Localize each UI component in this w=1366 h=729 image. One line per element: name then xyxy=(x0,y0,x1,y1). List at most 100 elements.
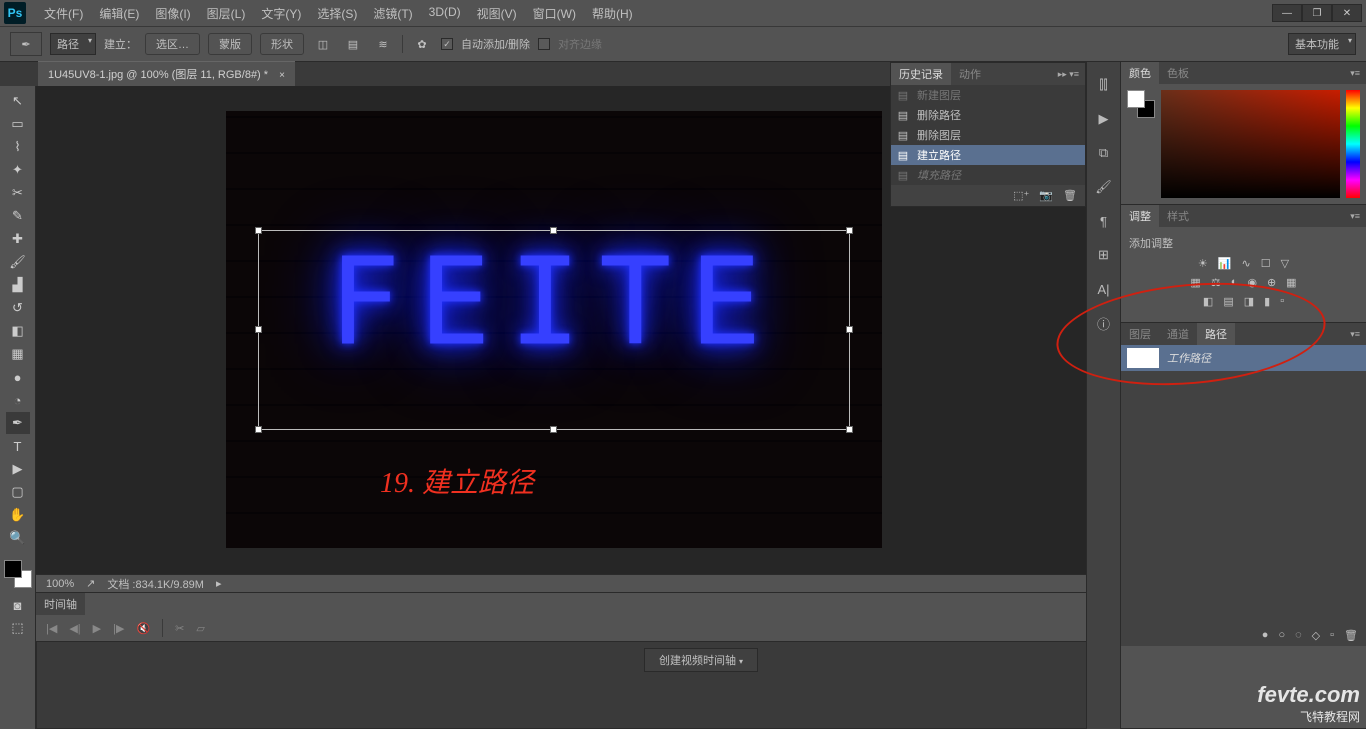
swatches-icon[interactable]: ⊞ xyxy=(1093,244,1115,266)
path-to-selection-icon[interactable]: ◌ xyxy=(1295,629,1302,642)
auto-add-checkbox[interactable]: ✓ xyxy=(441,38,453,50)
close-button[interactable]: ✕ xyxy=(1332,4,1362,22)
menu-select[interactable]: 选择(S) xyxy=(309,1,365,26)
history-item[interactable]: ▤填充路径 xyxy=(891,165,1085,185)
active-tool-preview[interactable]: ✒ xyxy=(10,32,42,56)
history-item-selected[interactable]: ▤建立路径 xyxy=(891,145,1085,165)
bw-icon[interactable]: ◐ xyxy=(1231,276,1238,289)
menu-type[interactable]: 文字(Y) xyxy=(253,1,309,26)
marquee-tool[interactable]: ▭ xyxy=(6,113,30,135)
history-brush-tool[interactable]: ↺ xyxy=(6,297,30,319)
handle-br[interactable] xyxy=(846,426,853,433)
transition-icon[interactable]: ▱ xyxy=(196,622,204,635)
hue-slider[interactable] xyxy=(1346,90,1360,198)
threshold-icon[interactable]: ◨ xyxy=(1244,295,1254,308)
lasso-tool[interactable]: ⌇ xyxy=(6,136,30,158)
healing-tool[interactable]: ✚ xyxy=(6,228,30,250)
new-path-icon[interactable]: ▫ xyxy=(1330,629,1334,642)
menu-image[interactable]: 图像(I) xyxy=(147,1,198,26)
menu-view[interactable]: 视图(V) xyxy=(469,1,525,26)
close-tab-icon[interactable]: × xyxy=(279,70,285,81)
mini-fg[interactable] xyxy=(1127,90,1145,108)
audio-icon[interactable]: 🔇 xyxy=(136,622,150,635)
actions-tab[interactable]: 动作 xyxy=(951,63,989,85)
history-tab[interactable]: 历史记录 xyxy=(891,63,951,85)
handle-tl[interactable] xyxy=(255,227,262,234)
menu-window[interactable]: 窗口(W) xyxy=(525,1,584,26)
dodge-tool[interactable]: ◔ xyxy=(6,389,30,411)
clone-source-icon[interactable]: ⧉ xyxy=(1093,142,1115,164)
prev-frame-icon[interactable]: ◀| xyxy=(69,622,80,635)
rectangle-tool[interactable]: ▢ xyxy=(6,481,30,503)
screenmode-toggle[interactable]: ⬚ xyxy=(6,617,30,639)
swatches-tab[interactable]: 色板 xyxy=(1159,62,1197,84)
brush-icon[interactable]: 🖌 xyxy=(1093,176,1115,198)
brush-presets-icon[interactable]: ⫿⫿ xyxy=(1093,74,1115,96)
crop-tool[interactable]: ✂ xyxy=(6,182,30,204)
panel-menu-icon[interactable]: ▾≡ xyxy=(1344,329,1366,340)
split-icon[interactable]: ✂ xyxy=(175,622,184,635)
play-icon[interactable]: ▶ xyxy=(1093,108,1115,130)
exposure-icon[interactable]: ☐ xyxy=(1261,257,1271,270)
zoom-tool[interactable]: 🔍 xyxy=(6,527,30,549)
channels-tab[interactable]: 通道 xyxy=(1159,323,1197,345)
trash-icon[interactable]: 🗑 xyxy=(1063,189,1077,202)
selective-icon[interactable]: ▫ xyxy=(1280,295,1284,308)
layers-tab[interactable]: 图层 xyxy=(1121,323,1159,345)
stroke-path-icon[interactable]: ○ xyxy=(1278,629,1285,642)
next-frame-icon[interactable]: |▶ xyxy=(113,622,124,635)
pen-tool[interactable]: ✒ xyxy=(6,412,30,434)
hue-icon[interactable]: ▦ xyxy=(1190,276,1200,289)
menu-help[interactable]: 帮助(H) xyxy=(584,1,641,26)
color-tab[interactable]: 颜色 xyxy=(1121,62,1159,84)
path-align-icon[interactable]: ▤ xyxy=(342,33,364,55)
balance-icon[interactable]: ⚖ xyxy=(1211,276,1221,289)
fill-path-icon[interactable]: ● xyxy=(1262,629,1269,642)
path-arrange-icon[interactable]: ≋ xyxy=(372,33,394,55)
zoom-level[interactable]: 100% xyxy=(46,578,74,590)
handle-r[interactable] xyxy=(846,326,853,333)
transform-bounding-box[interactable] xyxy=(258,230,850,430)
brush-tool[interactable]: 🖌 xyxy=(6,251,30,273)
lookup-icon[interactable]: ▦ xyxy=(1286,276,1296,289)
adjustments-tab[interactable]: 调整 xyxy=(1121,205,1159,227)
handle-l[interactable] xyxy=(255,326,262,333)
handle-tr[interactable] xyxy=(846,227,853,234)
invert-icon[interactable]: ◧ xyxy=(1203,295,1213,308)
panel-menu-icon[interactable]: ▾≡ xyxy=(1344,211,1366,222)
menu-filter[interactable]: 滤镜(T) xyxy=(365,1,420,26)
new-snapshot-icon[interactable]: ⬚⁺ xyxy=(1013,189,1029,202)
menu-edit[interactable]: 编辑(E) xyxy=(91,1,147,26)
selection-to-path-icon[interactable]: ◇ xyxy=(1312,629,1320,642)
menu-file[interactable]: 文件(F) xyxy=(36,1,91,26)
first-frame-icon[interactable]: |◀ xyxy=(46,622,57,635)
info-arrow[interactable]: ▸ xyxy=(216,577,222,590)
create-video-timeline-button[interactable]: 创建视频时间轴 ▾ xyxy=(644,648,758,672)
document-tab[interactable]: 1U45UV8-1.jpg @ 100% (图层 11, RGB/8#) * × xyxy=(38,61,295,86)
styles-tab[interactable]: 样式 xyxy=(1159,205,1197,227)
blur-tool[interactable]: ● xyxy=(6,366,30,388)
brightness-icon[interactable]: ☀ xyxy=(1198,257,1208,270)
quick-select-tool[interactable]: ✦ xyxy=(6,159,30,181)
curves-icon[interactable]: ∿ xyxy=(1242,257,1251,270)
paths-list[interactable]: 工作路径 xyxy=(1121,345,1366,625)
pen-mode-select[interactable]: 路径 xyxy=(50,33,96,55)
vibrance-icon[interactable]: ▽ xyxy=(1281,257,1289,270)
handle-t[interactable] xyxy=(550,227,557,234)
history-collapse-icon[interactable]: ▸▸ ▾≡ xyxy=(1052,69,1085,80)
stamp-tool[interactable]: ▟ xyxy=(6,274,30,296)
make-mask-button[interactable]: 蒙版 xyxy=(208,33,252,55)
quickmask-toggle[interactable]: ◙ xyxy=(6,594,30,616)
path-op-combine-icon[interactable]: ◫ xyxy=(312,33,334,55)
gradmap-icon[interactable]: ▮ xyxy=(1264,295,1270,308)
doc-info[interactable]: 文档 :834.1K/9.89M xyxy=(107,576,204,592)
history-item[interactable]: ▤删除图层 xyxy=(891,125,1085,145)
make-shape-button[interactable]: 形状 xyxy=(260,33,304,55)
move-tool[interactable]: ↖ xyxy=(6,90,30,112)
timeline-tab[interactable]: 时间轴 xyxy=(36,593,85,615)
work-path-item[interactable]: 工作路径 xyxy=(1121,345,1366,371)
menu-3d[interactable]: 3D(D) xyxy=(421,1,469,26)
camera-icon[interactable]: 📷 xyxy=(1039,189,1053,202)
mixer-icon[interactable]: ⊕ xyxy=(1267,276,1276,289)
share-icon[interactable]: ↗ xyxy=(86,577,95,590)
